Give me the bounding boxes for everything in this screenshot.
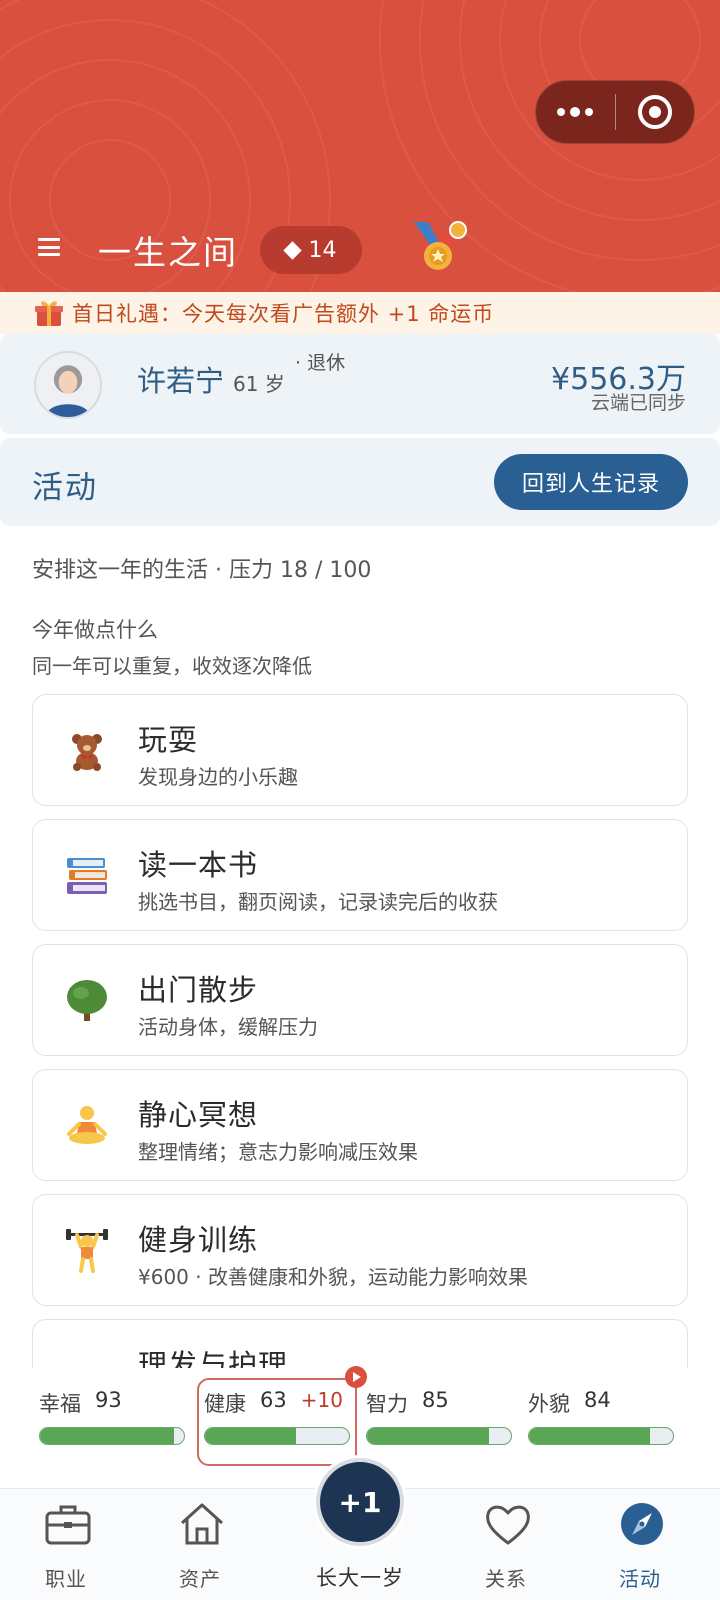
activity-card-read-book[interactable]: 读一本书 挑选书目，翻页阅读，记录读完后的收获 (32, 819, 688, 931)
meditation-icon (59, 1098, 115, 1154)
nav-label: 职业 (45, 1567, 87, 1591)
activities-section-header: 活动 回到人生记录 (0, 438, 720, 526)
profile-card[interactable]: 许若宁 61 岁 · 退休 ¥556.3万 云端已同步 (0, 334, 720, 434)
activity-prompt: 今年做点什么 (32, 618, 158, 642)
compass-icon (621, 1503, 663, 1545)
activity-desc: ¥600 · 改善健康和外貌，运动能力影响效果 (138, 1265, 528, 1289)
nav-label-grow: 长大一岁 (316, 1566, 404, 1590)
more-options-icon[interactable] (536, 80, 615, 144)
diamond-icon (282, 240, 302, 260)
stat-label: 智力 (366, 1392, 408, 1416)
character-name: 许若宁 (137, 364, 225, 398)
gift-icon (35, 301, 63, 326)
health-highlight-frame[interactable] (197, 1378, 357, 1466)
activity-name: 出门散步 (138, 973, 259, 1007)
app-title: 一生之间 (98, 233, 238, 272)
activity-desc: 整理情绪；意志力影响减压效果 (138, 1140, 418, 1164)
activity-desc: 挑选书目，翻页阅读，记录读完后的收获 (138, 890, 498, 914)
stat-progress-bar (528, 1427, 674, 1445)
activity-hint: 同一年可以重复，收效逐次降低 (32, 654, 312, 678)
elderly-woman-avatar-icon (45, 365, 91, 417)
activity-desc: 发现身边的小乐趣 (138, 765, 298, 789)
activity-card-fitness[interactable]: 健身训练 ¥600 · 改善健康和外貌，运动能力影响效果 (32, 1194, 688, 1306)
nav-label: 活动 (619, 1567, 661, 1591)
character-status: · 退休 (295, 352, 346, 374)
medal-icon[interactable] (410, 218, 470, 274)
stat-value: 84 (584, 1388, 611, 1412)
gem-counter[interactable]: 14 (260, 226, 362, 274)
first-day-gift-banner[interactable]: 首日礼遇：今天每次看广告额外 +1 命运币 (0, 292, 720, 334)
close-target-icon[interactable] (616, 80, 695, 144)
stat-happiness: 幸福 93 (39, 1378, 185, 1458)
activity-desc: 活动身体，缓解压力 (138, 1015, 318, 1039)
app-header: 一生之间 14 (0, 0, 720, 292)
stat-value: 93 (95, 1388, 122, 1412)
gem-count: 14 (308, 237, 337, 263)
activity-list: 玩耍 发现身边的小乐趣 读一本书 挑选书目，翻页阅读，记录读完后的收获 出门散步 (32, 694, 688, 1368)
stat-intelligence: 智力 85 (366, 1378, 512, 1458)
menu-icon[interactable] (38, 236, 60, 258)
cloud-sync-status: 云端已同步 (590, 392, 686, 414)
stat-progress-bar (39, 1427, 185, 1445)
back-to-life-record-button[interactable]: 回到人生记录 (494, 454, 688, 510)
stat-appearance: 外貌 84 (528, 1378, 674, 1458)
scissors-icon (59, 1348, 115, 1368)
activity-card-meditate[interactable]: 静心冥想 整理情绪；意志力影响减压效果 (32, 1069, 688, 1181)
nav-relations[interactable]: 关系 (446, 1489, 566, 1600)
nav-activities[interactable]: 活动 (580, 1489, 700, 1600)
nav-assets[interactable]: 资产 (140, 1489, 260, 1600)
books-icon (59, 848, 115, 904)
nav-label: 关系 (485, 1567, 527, 1591)
character-age: 61 岁 (233, 372, 285, 396)
activity-card-play[interactable]: 玩耍 发现身边的小乐趣 (32, 694, 688, 806)
year-summary: 安排这一年的生活 · 压力 18 / 100 (32, 558, 372, 583)
stat-label: 幸福 (39, 1392, 81, 1416)
house-icon (180, 1503, 224, 1545)
activity-card-haircut[interactable]: 理发与护理 (32, 1319, 688, 1368)
heart-icon (486, 1505, 530, 1545)
activity-name: 静心冥想 (138, 1098, 259, 1132)
gift-banner-text: 首日礼遇：今天每次看广告额外 +1 命运币 (72, 302, 495, 326)
activity-name: 读一本书 (138, 848, 259, 882)
activity-name: 健身训练 (138, 1223, 259, 1257)
teddy-bear-icon (59, 723, 115, 779)
mini-program-capsule (535, 80, 695, 144)
grow-one-year-button[interactable]: +1 (316, 1458, 404, 1546)
avatar[interactable] (34, 351, 102, 419)
play-ad-icon[interactable] (345, 1366, 367, 1388)
stat-progress-bar (366, 1427, 512, 1445)
nav-career[interactable]: 职业 (6, 1489, 126, 1600)
briefcase-icon (45, 1505, 91, 1545)
activity-card-walk[interactable]: 出门散步 活动身体，缓解压力 (32, 944, 688, 1056)
activity-name: 玩耍 (138, 723, 199, 757)
stat-label: 外貌 (528, 1392, 570, 1416)
nav-label: 资产 (179, 1567, 221, 1591)
weightlifter-icon (59, 1223, 115, 1279)
grow-button-label: +1 (338, 1485, 382, 1519)
activity-name: 理发与护理 (138, 1348, 289, 1368)
stat-value: 85 (422, 1388, 449, 1412)
tree-icon (59, 973, 115, 1029)
section-title: 活动 (32, 470, 98, 506)
